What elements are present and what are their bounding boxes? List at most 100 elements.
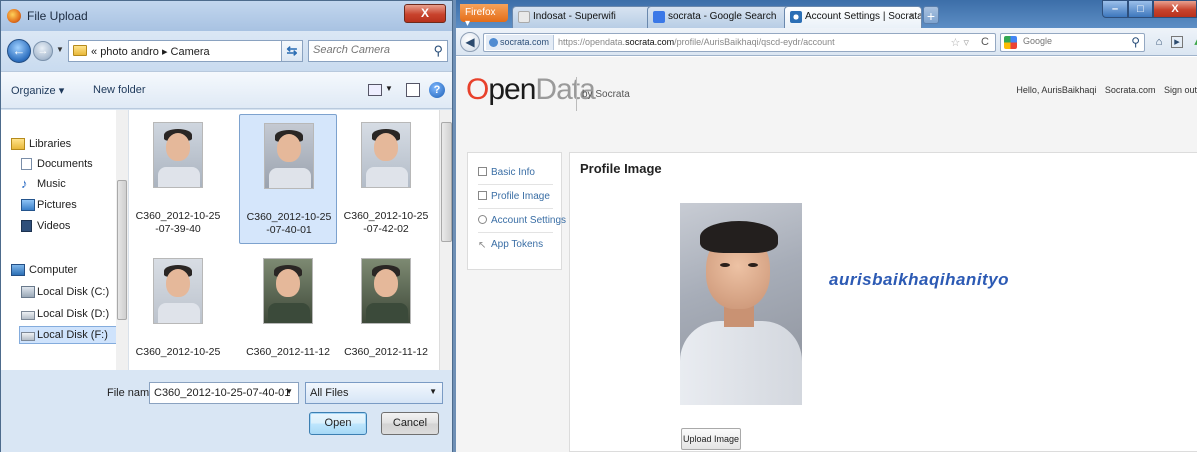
new-folder-button[interactable]: New folder: [93, 84, 146, 96]
organize-menu[interactable]: Organize ▾: [11, 84, 64, 97]
disk-icon: [21, 332, 35, 341]
image-icon: [478, 191, 487, 200]
view-options-dropdown[interactable]: ▼: [385, 84, 393, 93]
files-scrollbar[interactable]: [439, 110, 452, 370]
firefox-menu-button[interactable]: Firefox ▾: [460, 4, 508, 29]
socrata-icon: [790, 11, 802, 23]
open-button[interactable]: Open: [309, 412, 367, 435]
breadcrumb[interactable]: « photo andro ▸ Camera: [91, 45, 210, 58]
by-socrata-label: by Socrata: [582, 89, 630, 100]
sidebar-item-basic-info[interactable]: Basic Info: [478, 167, 535, 178]
nav-item-documents[interactable]: Documents: [37, 158, 93, 170]
libraries-icon: [11, 138, 25, 150]
file-name-field[interactable]: C360_2012-10-25-07-40-01 ▼: [149, 382, 299, 404]
file-name-label: C360_2012-10-25 -07-42-02: [343, 210, 429, 235]
address-bar[interactable]: « photo andro ▸ Camera ▼: [68, 40, 298, 62]
file-name-label: C360_2012-11-12: [344, 346, 428, 358]
page-icon: [518, 11, 530, 23]
site-identity-button[interactable]: socrata.com: [486, 35, 555, 50]
file-grid: C360_2012-10-25 -07-39-40 C360_2012-10-25…: [129, 110, 439, 370]
nav-item-videos[interactable]: Videos: [37, 220, 70, 232]
browser-window: Firefox ▾ Indosat - Superwifi× socrata -…: [456, 0, 1197, 452]
gear-icon: [478, 215, 487, 224]
file-tile[interactable]: C360_2012-11-12: [337, 250, 435, 380]
info-card-icon: [478, 167, 487, 176]
socrata-com-link[interactable]: Socrata.com: [1105, 85, 1156, 95]
bookmark-star-icon[interactable]: ☆ ▿: [951, 36, 969, 49]
back-button[interactable]: ◀: [460, 32, 480, 52]
back-button[interactable]: ←: [7, 39, 31, 63]
dialog-title: File Upload: [27, 9, 88, 23]
forward-button[interactable]: →: [33, 41, 53, 61]
preview-pane-icon[interactable]: [406, 83, 420, 97]
photo-thumbnail: [263, 258, 313, 324]
nav-item-computer[interactable]: Computer: [29, 264, 77, 276]
search-input[interactable]: [313, 44, 423, 56]
sign-out-link[interactable]: Sign out: [1164, 85, 1197, 95]
change-view-icon[interactable]: [368, 84, 382, 96]
page-title: Profile Image: [580, 161, 662, 176]
nav-item-disk-f[interactable]: Local Disk (F:): [37, 329, 108, 341]
scroll-thumb[interactable]: [441, 122, 452, 242]
downloads-icon[interactable]: ▸: [1171, 36, 1183, 48]
sidebar-item-profile-image[interactable]: Profile Image: [478, 191, 550, 202]
sidebar-item-account-settings[interactable]: Account Settings: [478, 215, 566, 226]
url-text[interactable]: https://opendata.socrata.com/profile/Aur…: [558, 37, 835, 47]
refresh-button[interactable]: ⇆: [281, 40, 303, 62]
help-icon[interactable]: ?: [429, 82, 445, 98]
window-close-button[interactable]: X: [1153, 0, 1197, 18]
search-bar[interactable]: ⚲: [1000, 33, 1145, 52]
file-tile[interactable]: C360_2012-10-25: [129, 250, 227, 380]
chevron-down-icon[interactable]: ▼: [285, 387, 293, 396]
home-icon[interactable]: ⌂: [1151, 34, 1167, 50]
user-links: Hello, AurisBaikhaqi Socrata.com Sign ou…: [1010, 85, 1197, 95]
upload-image-button[interactable]: Upload Image: [681, 428, 741, 450]
recent-locations-dropdown[interactable]: ▼: [56, 45, 64, 54]
folder-icon: [73, 45, 87, 56]
search-box[interactable]: ⚲: [308, 40, 448, 62]
file-tile[interactable]: C360_2012-10-25 -07-39-40: [129, 114, 227, 244]
hello-user-link[interactable]: Hello, AurisBaikhaqi: [1016, 85, 1096, 95]
reload-icon[interactable]: C: [981, 36, 989, 48]
file-name-label: C360_2012-11-12: [246, 346, 330, 358]
computer-icon: [11, 264, 25, 276]
nav-scrollbar[interactable]: [116, 110, 128, 370]
file-tile-selected[interactable]: C360_2012-10-25 -07-40-01: [239, 114, 337, 244]
nav-item-disk-d[interactable]: Local Disk (D:): [37, 308, 109, 320]
google-icon[interactable]: [1004, 36, 1017, 49]
search-icon[interactable]: ⚲: [1131, 35, 1140, 49]
cancel-button[interactable]: Cancel: [381, 412, 439, 435]
tab-close-icon[interactable]: ×: [909, 11, 915, 22]
maximize-button[interactable]: □: [1128, 0, 1153, 18]
nav-item-music[interactable]: Music: [37, 178, 66, 190]
search-input[interactable]: [1023, 36, 1103, 46]
file-tile[interactable]: C360_2012-10-25 -07-42-02: [337, 114, 435, 244]
divider: [478, 208, 553, 209]
file-type-select[interactable]: All Files ▼: [305, 382, 443, 404]
search-icon[interactable]: ⚲: [433, 43, 443, 59]
minimize-button[interactable]: –: [1102, 0, 1128, 18]
photo-thumbnail: [264, 123, 314, 189]
disk-icon: [21, 286, 35, 298]
pictures-icon: [21, 199, 35, 211]
scroll-thumb[interactable]: [117, 180, 127, 320]
tab-account-settings[interactable]: Account Settings | Socrata ×: [784, 6, 922, 28]
navigation-toolbar: ◀ socrata.com https://opendata.socrata.c…: [456, 28, 1197, 56]
addon-icon[interactable]: ▴: [1189, 34, 1197, 50]
close-button[interactable]: X: [404, 4, 446, 23]
file-tile[interactable]: C360_2012-11-12: [239, 250, 337, 380]
photo-thumbnail: [361, 258, 411, 324]
nav-item-libraries[interactable]: Libraries: [29, 138, 71, 150]
page-content: OpenData by Socrata Hello, AurisBaikhaqi…: [456, 57, 1197, 452]
nav-item-pictures[interactable]: Pictures: [37, 199, 77, 211]
new-tab-button[interactable]: +: [923, 6, 939, 24]
dialog-titlebar: File Upload X: [1, 1, 452, 31]
url-bar[interactable]: socrata.com https://opendata.socrata.com…: [483, 33, 996, 52]
dialog-toolbar: Organize ▾ New folder ▼ ?: [1, 71, 452, 109]
sidebar-item-app-tokens[interactable]: ↖ App Tokens: [478, 239, 543, 251]
profile-photo: [680, 203, 802, 405]
chevron-down-icon[interactable]: ▼: [429, 387, 437, 396]
nav-item-disk-c[interactable]: Local Disk (C:): [37, 286, 109, 298]
dialog-body: Libraries Documents ♪ Music Pictures Vid…: [1, 110, 452, 370]
address-bar-row: ← → ▼ « photo andro ▸ Camera ▼ ⇆ ⚲: [1, 31, 452, 71]
